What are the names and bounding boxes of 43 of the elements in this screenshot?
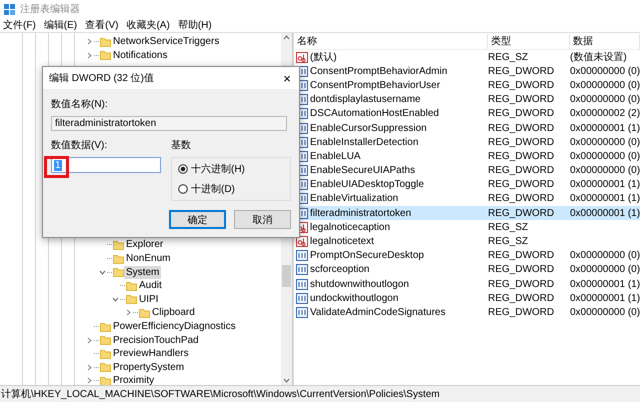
value-data: 0x00000000 (0) [570,80,640,91]
value-type: REG_DWORD [488,80,556,91]
value-data: (数值未设置) [570,50,628,64]
value-data: 0x00000001 (1) [570,278,640,290]
value-type: REG_SZ [488,222,530,233]
value-data: 0x00000000 (0) [570,306,640,318]
value-data: 0x00000002 (2) [570,108,640,120]
value-type: REG_DWORD [488,136,556,148]
field-label: 数值名称(N): [51,98,109,111]
value-type: REG_DWORD [488,165,556,176]
value-type: REG_DWORD [488,264,556,276]
value-type: REG_DWORD [488,179,556,190]
value-data: 0x00000001 (1) [570,193,640,204]
value-type: REG_DWORD [488,66,556,77]
value-type: REG_DWORD [488,193,556,204]
value-data: 0x00000000 (0) [570,94,640,106]
value-data: 0x00000000 (0) [570,150,640,162]
value-data: 0x00000000 (0) [570,136,640,148]
value-type: REG_DWORD [488,208,556,219]
value-data: 0x00000000 (0) [570,250,640,262]
value-type: REG_DWORD [488,150,556,162]
value-type: REG_DWORD [488,278,556,290]
selected-text: 1 [54,160,62,170]
dialog-title: 编辑 DWORD (32 位)值 [49,72,154,85]
group-label: 基数 [171,138,192,152]
value-data: 0x00000001 (1) [570,292,640,304]
value-type: REG_DWORD [488,306,556,318]
value-type: REG_DWORD [488,108,556,120]
status-path: 计算机\HKEY_LOCAL_MACHINE\SOFTWARE\Microsoft\Windows\CurrentVersion\Policies\System [1,388,440,401]
value-data: 0x00000001 (1) [570,208,640,219]
value-data: 0x00000001 (1) [570,122,640,134]
value-type: REG_SZ [488,236,530,248]
value-data: 0x00000001 (1) [570,179,640,190]
window-title: 注册表编辑器 [20,2,80,16]
value-type: REG_DWORD [488,122,556,134]
value-type: REG_DWORD [488,94,556,106]
value-type: REG_DWORD [488,292,556,304]
value-data: 0x00000000 (0) [570,264,640,276]
value-type: REG_SZ [488,52,530,63]
value-type: REG_DWORD [488,250,556,262]
value-data: 0x00000000 (0) [570,165,640,176]
field-label: 数值数据(V): [51,139,108,152]
value-data: 0x00000000 (0) [570,66,640,77]
